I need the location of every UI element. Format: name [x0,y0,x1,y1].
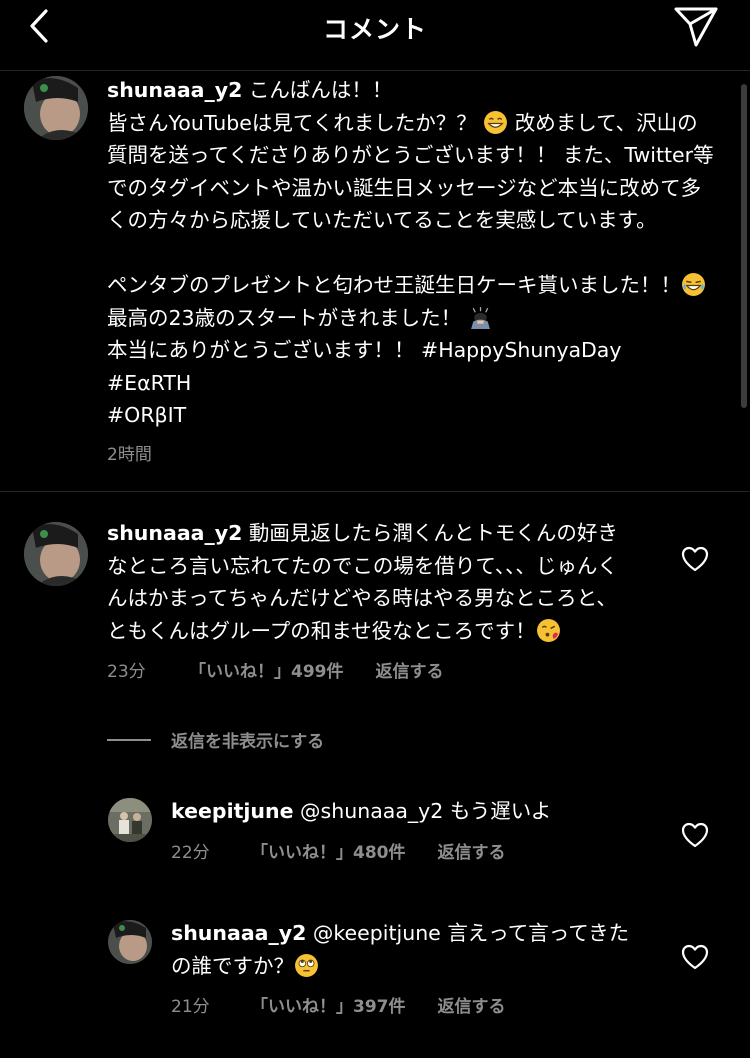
tears-of-joy-icon [682,273,705,296]
divider [0,491,750,492]
comment-text: shunaaa_y2 動画見返したら潤くんとトモくんの好きなところ言い忘れてたの… [107,517,637,647]
reply-button[interactable]: 返信する [438,838,506,863]
reply-username[interactable]: shunaaa_y2 [171,921,306,945]
comment-timestamp: 23分 [107,662,146,682]
reply-button[interactable]: 返信する [376,657,444,682]
likes-count-link[interactable]: 「いいね！」499件 [189,657,344,682]
reply: shunaaa_y2 @keepitjune 言えって言ってきたの誰ですか？ 2… [171,917,641,1017]
likes-count-link[interactable]: 「いいね！」480件 [251,838,406,863]
avatar[interactable] [108,798,152,842]
avatar[interactable] [108,920,152,964]
caption-username[interactable]: shunaaa_y2 [107,78,242,102]
hide-replies-label[interactable]: 返信を非表示にする [171,727,324,752]
scrollbar[interactable] [741,84,747,408]
hashtag-link[interactable]: #ORβIT [107,403,186,427]
hashtag-link[interactable]: #EαRTH [107,371,191,395]
reply: keepitjune @shunaaa_y2 もう遅いよ 22分 「いいね！」4… [171,795,641,863]
comment: shunaaa_y2 動画見返したら潤くんとトモくんの好きなところ言い忘れてたの… [107,517,637,682]
reply-body: @shunaaa_y2 もう遅いよ [293,799,552,823]
caption-line: ペンタブのプレゼントと匂わせ王誕生日ケーキ貰いました！！ [107,273,681,297]
heart-icon[interactable] [681,944,709,970]
reply-username[interactable]: keepitjune [171,799,294,823]
header-bar: コメント [0,0,750,71]
caption-line: 本当にありがとうございます！！ #HappyShunyaDay [107,338,622,362]
caption-timestamp: 2時間 [107,444,152,465]
toggle-line [107,738,151,741]
likes-count-link[interactable]: 「いいね！」397件 [251,992,406,1017]
heart-icon[interactable] [681,546,709,572]
caption: shunaaa_y2 こんばんは！！ 皆さんYouTubeは見てくれましたか？？… [107,74,717,465]
reply-timestamp: 21分 [171,997,210,1017]
face-with-rolling-eyes-icon [295,953,318,977]
face-blowing-kiss-icon [536,618,560,642]
comments-screen: コメント shunaaa_y2 こんばんは！！ 皆さんYouTubeは見てくれま… [0,0,750,1058]
hide-replies-toggle[interactable]: 返信を非表示にする [107,727,324,752]
page-title: コメント [322,15,427,44]
person-bowing-icon [470,306,490,329]
reply-button[interactable]: 返信する [438,992,506,1017]
comment-username[interactable]: shunaaa_y2 [107,521,242,545]
paper-plane-icon[interactable] [672,4,720,48]
caption-line: 皆さんYouTubeは見てくれましたか？？ [107,110,477,135]
avatar[interactable] [24,76,88,140]
grinning-face-icon [484,110,508,134]
caption-text: shunaaa_y2 こんばんは！！ 皆さんYouTubeは見てくれましたか？？… [107,74,717,432]
reply-text: shunaaa_y2 @keepitjune 言えって言ってきたの誰ですか？ [171,917,641,982]
caption-line: こんばんは！！ [242,78,393,102]
heart-icon[interactable] [681,822,709,848]
reply-timestamp: 22分 [171,842,210,863]
reply-text: keepitjune @shunaaa_y2 もう遅いよ [171,795,641,828]
avatar[interactable] [24,522,88,586]
